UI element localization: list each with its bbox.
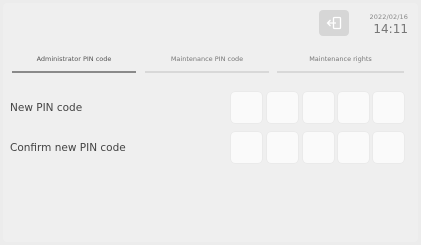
tab-label: Maintenance rights [309,55,372,63]
tab-maintenance-pin[interactable]: Maintenance PIN code [145,47,269,73]
confirm-pin-digit-4[interactable] [338,132,369,163]
tab-underline [12,70,136,73]
tab-label: Administrator PIN code [36,55,112,63]
back-button[interactable] [319,10,349,36]
new-pin-digit-2[interactable] [267,92,298,123]
new-pin-label: New PIN code [10,102,83,114]
tab-label: Maintenance PIN code [170,55,244,63]
confirm-pin-digit-5[interactable] [373,132,404,163]
confirm-pin-label: Confirm new PIN code [10,142,126,154]
confirm-pin-digit-1[interactable] [231,132,262,163]
date-display: 2022/02/16 [369,13,408,21]
time-display: 14:11 [373,22,408,36]
confirm-pin-digit-3[interactable] [303,132,334,163]
exit-arrow-icon [326,16,342,30]
new-pin-digit-1[interactable] [231,92,262,123]
tab-bar: Administrator PIN code Maintenance PIN c… [12,47,404,73]
tab-underline [145,71,269,73]
tab-maintenance-rights[interactable]: Maintenance rights [277,47,404,73]
new-pin-digit-5[interactable] [373,92,404,123]
new-pin-digit-4[interactable] [338,92,369,123]
new-pin-digit-3[interactable] [303,92,334,123]
tab-underline [277,71,404,73]
tab-administrator-pin[interactable]: Administrator PIN code [12,47,136,73]
confirm-pin-digit-2[interactable] [267,132,298,163]
